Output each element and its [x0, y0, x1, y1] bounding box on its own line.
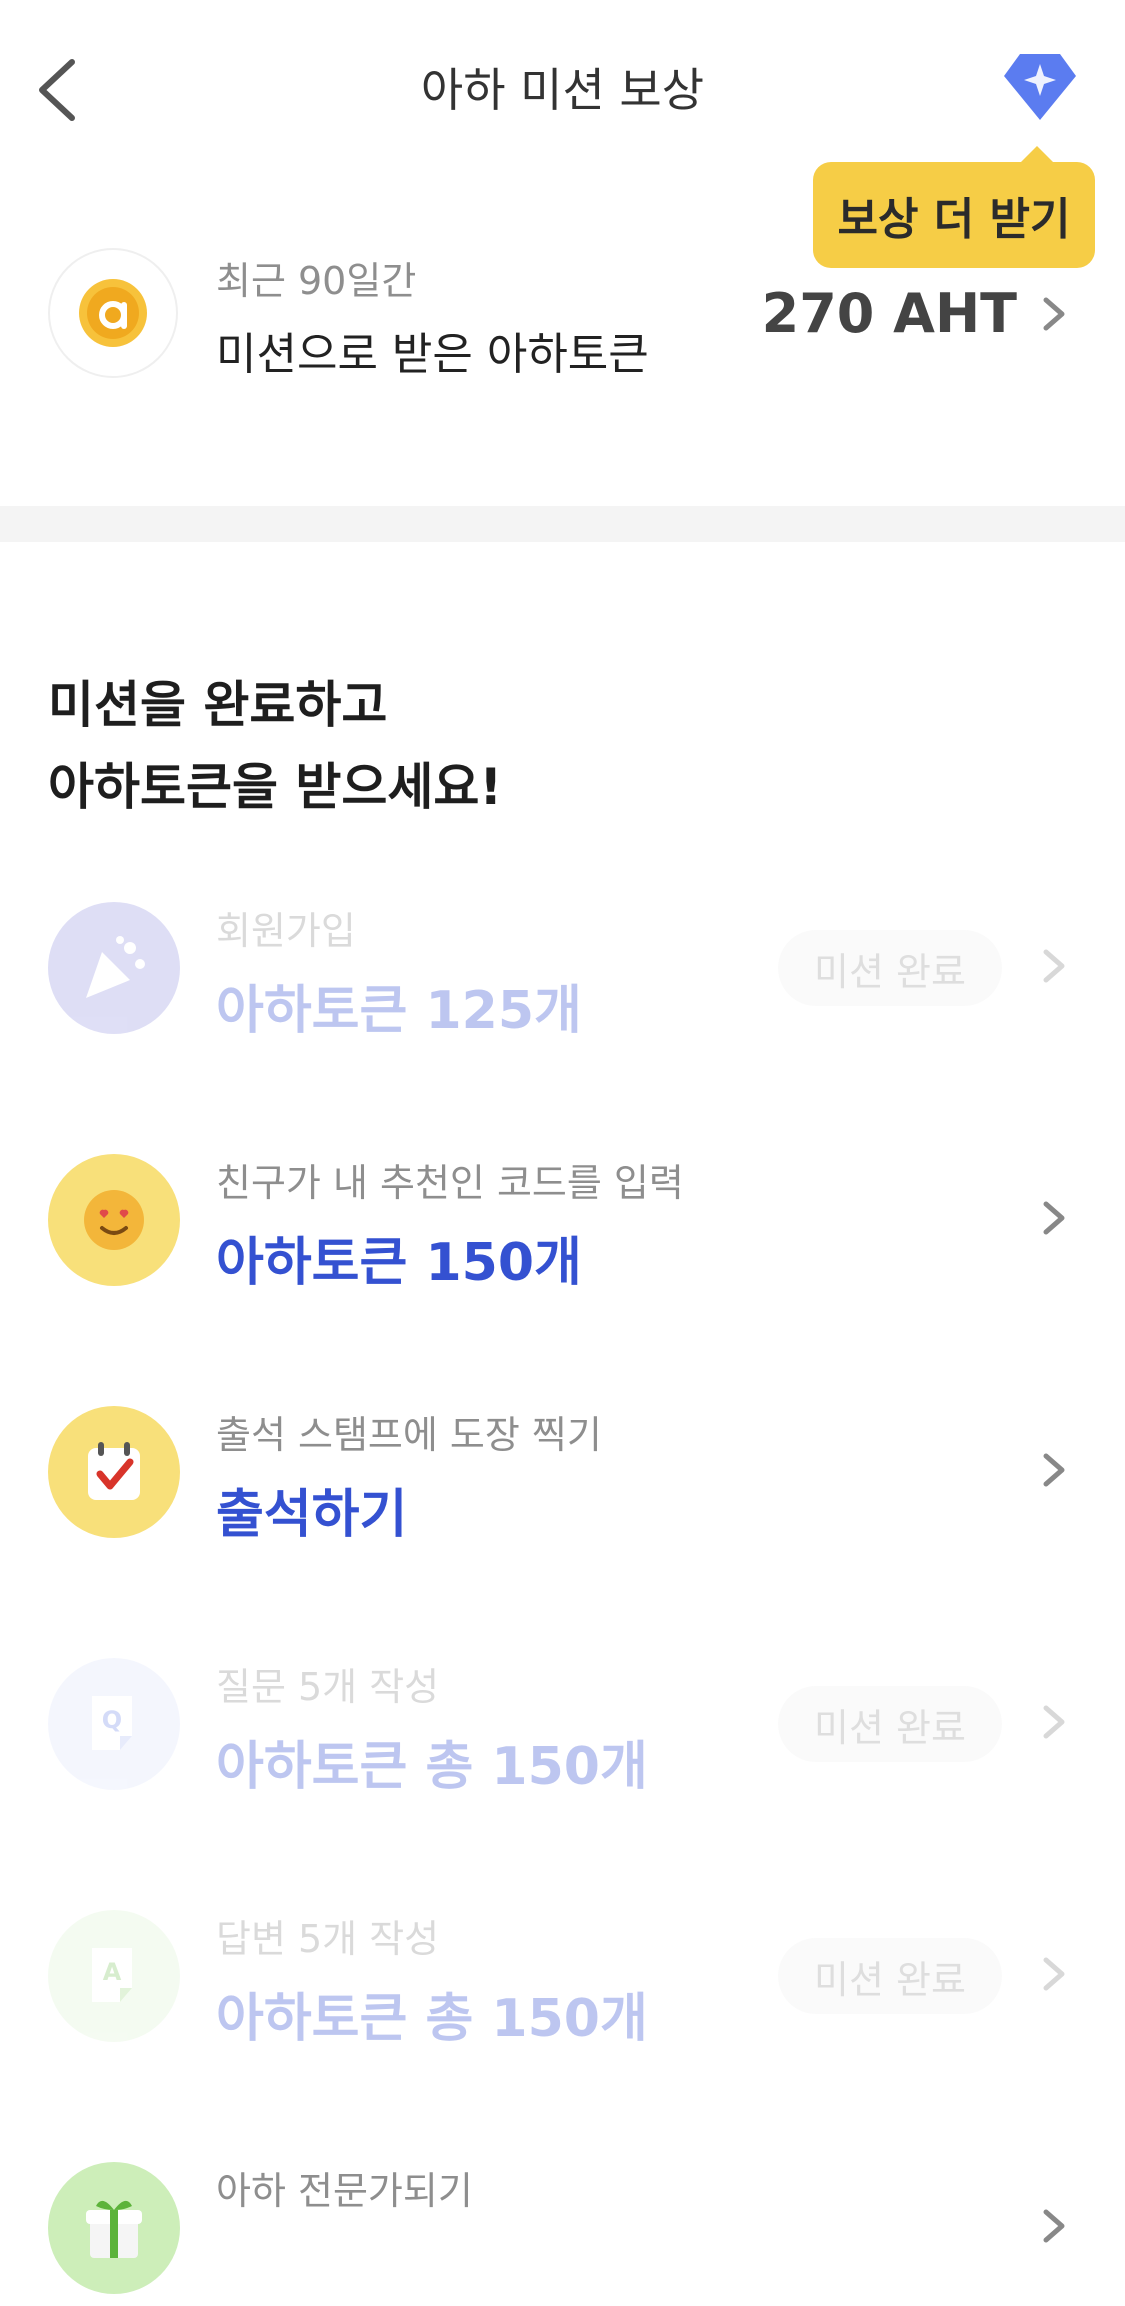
mission-complete-badge: 미션 완료: [778, 1938, 1002, 2014]
mission-title: 친구가 내 추천인 코드를 입력: [216, 1161, 684, 1205]
mission-item-referral[interactable]: 친구가 내 추천인 코드를 입력 아하토큰 150개: [0, 1148, 1125, 1298]
mission-complete-badge: 미션 완료: [778, 1686, 1002, 1762]
mission-item-answers[interactable]: A 답변 5개 작성 아하토큰 총 150개 미션 완료: [0, 1904, 1125, 2054]
mission-item-attendance[interactable]: 출석 스탬프에 도장 찍기 출석하기: [0, 1400, 1125, 1550]
chevron-right-icon: [1043, 1957, 1065, 1991]
question-card-icon: Q: [48, 1658, 180, 1790]
chevron-right-icon: [1043, 1201, 1065, 1235]
mission-reward: 아하토큰 총 150개: [216, 1737, 648, 1797]
aha-token-logo: [48, 248, 178, 378]
reward-summary[interactable]: 최근 90일간 미션으로 받은 아하토큰 270 AHT: [0, 240, 1125, 390]
page-title: 아하 미션 보상: [420, 63, 705, 117]
mission-item-questions[interactable]: Q 질문 5개 작성 아하토큰 총 150개 미션 완료: [0, 1652, 1125, 1802]
mission-item-expert[interactable]: 아하 전문가되기: [0, 2156, 1125, 2306]
chevron-right-icon: [1043, 1453, 1065, 1487]
party-popper-icon: [48, 902, 180, 1034]
mission-reward: 아하토큰 125개: [216, 981, 582, 1041]
chevron-right-icon: [1043, 1705, 1065, 1739]
gift-box-icon: [48, 2162, 180, 2294]
mission-headline: 미션을 완료하고 아하토큰을 받으세요!: [48, 664, 502, 828]
mission-complete-badge: 미션 완료: [778, 930, 1002, 1006]
calendar-check-icon: [48, 1406, 180, 1538]
mission-title: 아하 전문가되기: [216, 2169, 473, 2213]
mission-title: 출석 스탬프에 도장 찍기: [216, 1413, 602, 1457]
answer-card-icon: A: [48, 1910, 180, 2042]
mission-reward: 아하토큰 150개: [216, 1233, 582, 1293]
summary-amount: 270 AHT: [761, 282, 1017, 345]
summary-label: 미션으로 받은 아하토큰: [216, 329, 649, 380]
gem-icon: [1004, 54, 1076, 120]
mission-title: 답변 5개 작성: [216, 1917, 440, 1961]
section-divider: [0, 506, 1125, 542]
svg-text:Q: Q: [102, 1706, 122, 1734]
mission-title: 질문 5개 작성: [216, 1665, 440, 1709]
chevron-right-icon[interactable]: [1038, 294, 1068, 334]
headline-line-1: 미션을 완료하고: [48, 676, 388, 734]
chevron-right-icon: [1043, 2209, 1065, 2243]
aha-coin-icon: [79, 279, 147, 347]
summary-period: 최근 90일간: [216, 259, 417, 303]
heart-eyes-face-icon: [48, 1154, 180, 1286]
gem-button[interactable]: [1000, 46, 1080, 126]
svg-text:A: A: [103, 1958, 122, 1986]
chevron-right-icon: [1043, 949, 1065, 983]
mission-reward: 출석하기: [216, 1485, 408, 1545]
mission-reward: 아하토큰 총 150개: [216, 1989, 648, 2049]
headline-line-2: 아하토큰을 받으세요!: [48, 758, 503, 816]
mission-item-signup[interactable]: 회원가입 아하토큰 125개 미션 완료: [0, 896, 1125, 1046]
header: 아하 미션 보상: [0, 0, 1125, 170]
mission-title: 회원가입: [216, 909, 356, 953]
